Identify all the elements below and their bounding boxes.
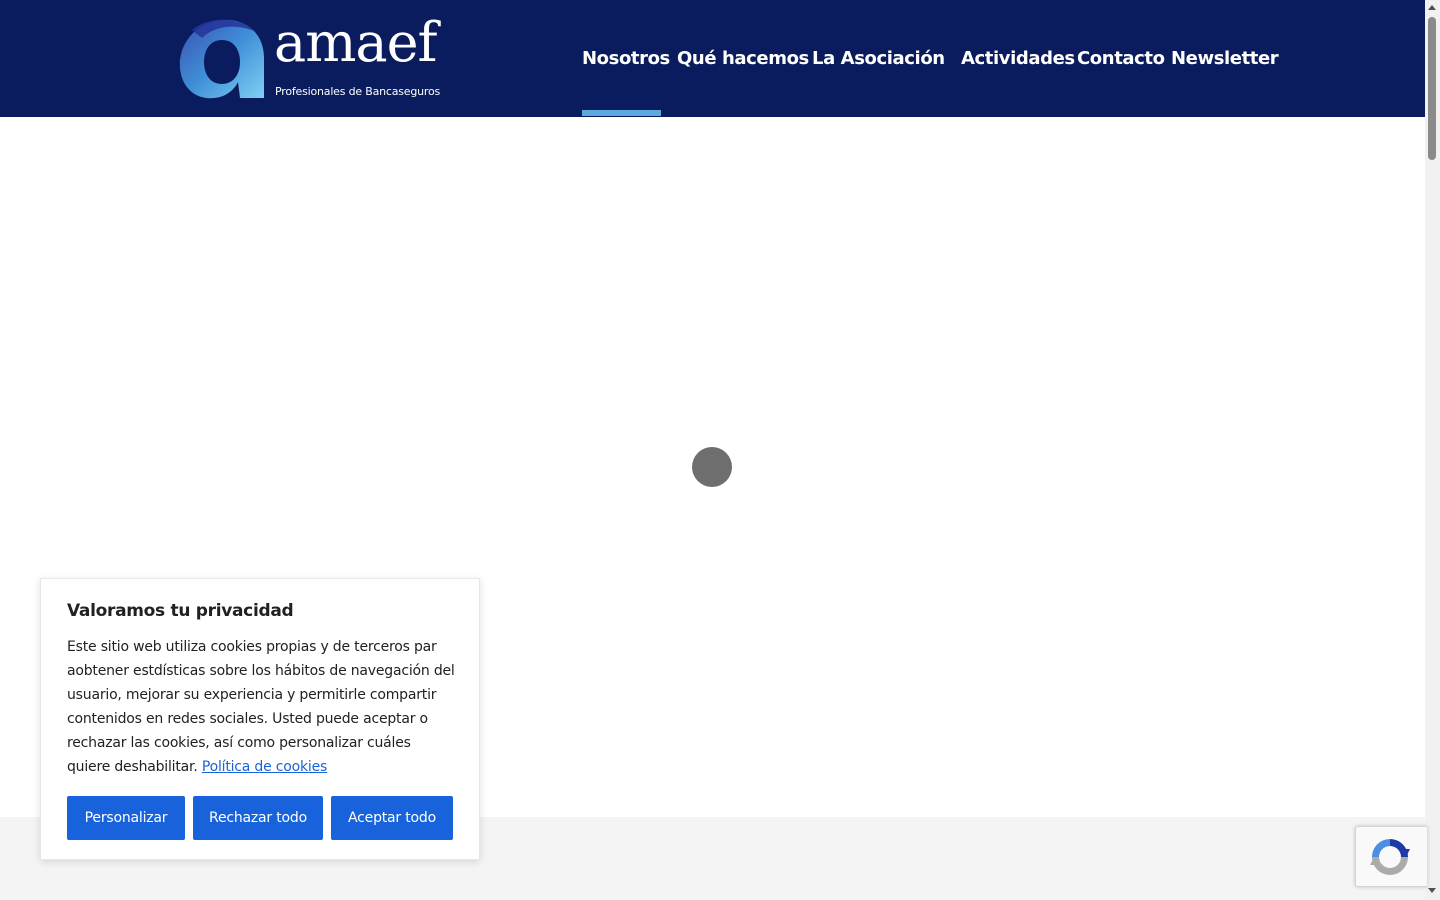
amaef-logo[interactable]: amaef Profesionales de Bancaseguros [178, 11, 441, 100]
nav-item-la-asociacion[interactable]: La Asociación [812, 0, 945, 117]
spinner-icon [692, 447, 732, 487]
logo-mark-icon [179, 19, 264, 99]
nav-active-indicator [582, 110, 661, 116]
nav-item-actividades[interactable]: Actividades [961, 0, 1075, 117]
logo-wordmark: amaef [274, 11, 438, 74]
site-header: amaef Profesionales de Bancaseguros Noso… [0, 0, 1425, 117]
recaptcha-badge[interactable] [1355, 826, 1427, 887]
nav-item-contacto[interactable]: Contacto [1077, 0, 1165, 117]
logo-tagline: Profesionales de Bancaseguros [275, 85, 441, 98]
cookie-banner-title: Valoramos tu privacidad [67, 601, 294, 621]
cookie-banner-body: Este sitio web utiliza cookies propias y… [67, 639, 455, 775]
scrollbar-thumb[interactable] [1428, 17, 1436, 160]
customize-button[interactable]: Personalizar [67, 796, 185, 840]
scroll-up-icon[interactable] [1428, 5, 1436, 10]
accept-all-button[interactable]: Aceptar todo [331, 796, 453, 840]
nav-item-nosotros[interactable]: Nosotros [582, 0, 670, 117]
page-scrollbar[interactable] [1425, 0, 1440, 900]
nav-item-que-hacemos[interactable]: Qué hacemos [677, 0, 809, 117]
cookie-consent-banner: Valoramos tu privacidad Este sitio web u… [40, 578, 480, 860]
nav-item-newsletter[interactable]: Newsletter [1171, 0, 1279, 117]
cookie-banner-text: Este sitio web utiliza cookies propias y… [67, 635, 457, 779]
scroll-down-icon[interactable] [1428, 888, 1436, 893]
recaptcha-icon [1370, 839, 1410, 875]
cookie-policy-link[interactable]: Política de cookies [202, 759, 327, 775]
reject-all-button[interactable]: Rechazar todo [193, 796, 323, 840]
